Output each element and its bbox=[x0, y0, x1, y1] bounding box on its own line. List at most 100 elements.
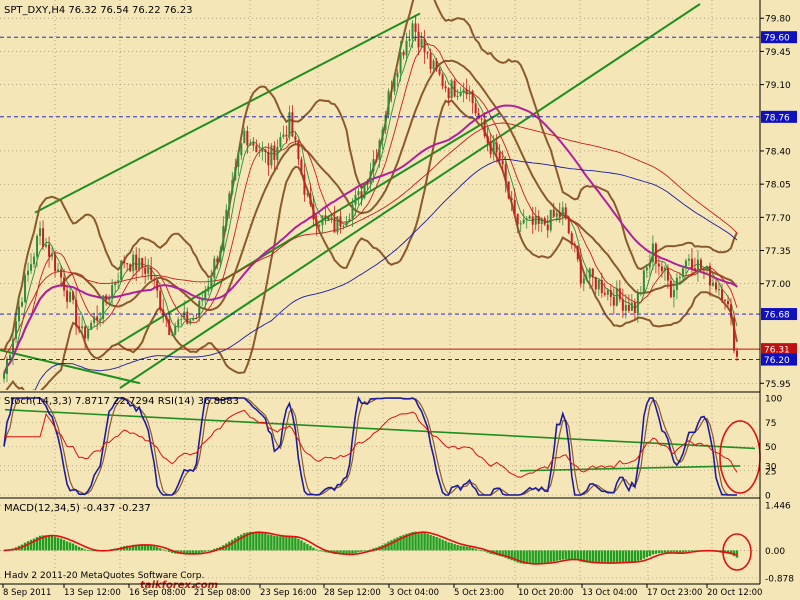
price-tick-label: 75.95 bbox=[765, 380, 791, 390]
candle-body bbox=[336, 216, 339, 233]
candle-body bbox=[618, 288, 621, 300]
macd-bar bbox=[651, 550, 655, 555]
candle-body bbox=[69, 291, 72, 302]
time-tick-label: 3 Oct 04:00 bbox=[389, 588, 439, 598]
candle-body bbox=[663, 267, 666, 272]
price-box-label: 76.68 bbox=[764, 311, 790, 321]
candle-body bbox=[156, 280, 159, 291]
macd-bar bbox=[387, 541, 390, 551]
candle-body bbox=[93, 316, 96, 323]
candle-body bbox=[327, 217, 330, 220]
candle-body bbox=[78, 326, 81, 329]
candle-body bbox=[357, 191, 360, 196]
candle-body bbox=[186, 311, 189, 324]
candle-body bbox=[414, 23, 417, 32]
macd-bar bbox=[570, 550, 573, 560]
candle-body bbox=[723, 299, 726, 301]
candle-body bbox=[531, 216, 534, 225]
candle-body bbox=[264, 149, 267, 152]
price-tick-label: 79.45 bbox=[765, 48, 791, 58]
candle-body bbox=[324, 215, 327, 218]
candle-body bbox=[693, 268, 696, 271]
candle-body bbox=[228, 193, 231, 210]
candle-body bbox=[456, 95, 459, 97]
macd-bar bbox=[660, 550, 664, 553]
candle-body bbox=[201, 300, 204, 302]
candle-body bbox=[525, 218, 528, 220]
macd-bar bbox=[417, 532, 420, 551]
macd-bar bbox=[294, 537, 297, 551]
candle-body bbox=[345, 221, 348, 226]
candle-body bbox=[369, 171, 372, 185]
candle-body bbox=[720, 289, 723, 300]
macd-bar bbox=[258, 532, 261, 551]
macd-bar bbox=[480, 550, 483, 552]
candle-body bbox=[222, 225, 225, 251]
candle-body bbox=[312, 204, 315, 220]
candle-body bbox=[498, 152, 501, 161]
candle-body bbox=[243, 130, 246, 144]
macd-bar bbox=[360, 550, 363, 552]
candle-body bbox=[468, 91, 471, 95]
candle-body bbox=[279, 136, 282, 148]
candle-body bbox=[642, 270, 645, 293]
candle-body bbox=[675, 277, 678, 290]
candle-body bbox=[372, 159, 375, 172]
macd-bar bbox=[468, 547, 471, 551]
candle-body bbox=[99, 319, 102, 321]
candle-body bbox=[309, 193, 312, 205]
candle-body bbox=[87, 329, 90, 339]
macd-bar bbox=[684, 550, 688, 552]
candle-body bbox=[3, 373, 5, 379]
candle-body bbox=[417, 31, 420, 48]
stoch-scale-label: 25 bbox=[765, 467, 776, 477]
macd-bar bbox=[207, 550, 210, 552]
candle-body bbox=[711, 282, 714, 286]
candle-body bbox=[714, 282, 717, 290]
candle-body bbox=[579, 259, 582, 284]
candle-body bbox=[255, 145, 258, 153]
candle-body bbox=[471, 91, 474, 104]
candle-body bbox=[654, 243, 657, 264]
time-tick-label: 5 Oct 23:00 bbox=[454, 588, 504, 598]
macd-bar bbox=[438, 538, 441, 551]
candle-body bbox=[507, 181, 510, 199]
candle-body bbox=[549, 209, 552, 231]
macd-bar bbox=[528, 550, 531, 564]
candle-body bbox=[27, 270, 30, 276]
candle-body bbox=[736, 350, 738, 357]
candle-body bbox=[540, 218, 543, 224]
candle-body bbox=[444, 86, 447, 89]
trading-chart[interactable]: 79.80 79.45 79.10 78.40 78.05 77.70 77.35 77.00… bbox=[0, 0, 800, 600]
time-tick-label: 8 Sep 2011 bbox=[3, 588, 51, 598]
macd-bar bbox=[654, 550, 658, 554]
candle-body bbox=[249, 142, 252, 146]
candle-body bbox=[150, 267, 153, 280]
macd-header: MACD(12,34,5) -0.437 -0.237 bbox=[4, 503, 151, 514]
macd-bar bbox=[150, 545, 153, 551]
macd-bar bbox=[681, 550, 685, 553]
macd-bar bbox=[633, 550, 637, 562]
stoch-header: Stoch(14,3,3) 7.8717 22.7294 RSI(14) 36.… bbox=[4, 396, 239, 407]
candle-body bbox=[210, 277, 213, 287]
macd-bar bbox=[321, 550, 324, 552]
macd-bar bbox=[204, 550, 207, 552]
macd-bar bbox=[252, 531, 255, 551]
candle-body bbox=[426, 52, 429, 54]
macd-bar bbox=[77, 546, 81, 551]
macd-bar bbox=[71, 543, 75, 551]
candle-body bbox=[303, 174, 306, 195]
price-tick-label: 77.35 bbox=[765, 247, 791, 257]
candle-body bbox=[561, 207, 564, 217]
candle-body bbox=[510, 198, 513, 201]
macd-bar bbox=[153, 546, 156, 551]
candle-body bbox=[147, 267, 150, 274]
macd-bar bbox=[435, 536, 438, 551]
macd-bar bbox=[423, 532, 426, 551]
candle-body bbox=[708, 265, 711, 286]
candle-body bbox=[234, 167, 237, 180]
candle-body bbox=[168, 319, 171, 335]
macd-bar bbox=[567, 550, 570, 560]
candle-body bbox=[624, 304, 627, 311]
macd-bar bbox=[591, 550, 595, 563]
